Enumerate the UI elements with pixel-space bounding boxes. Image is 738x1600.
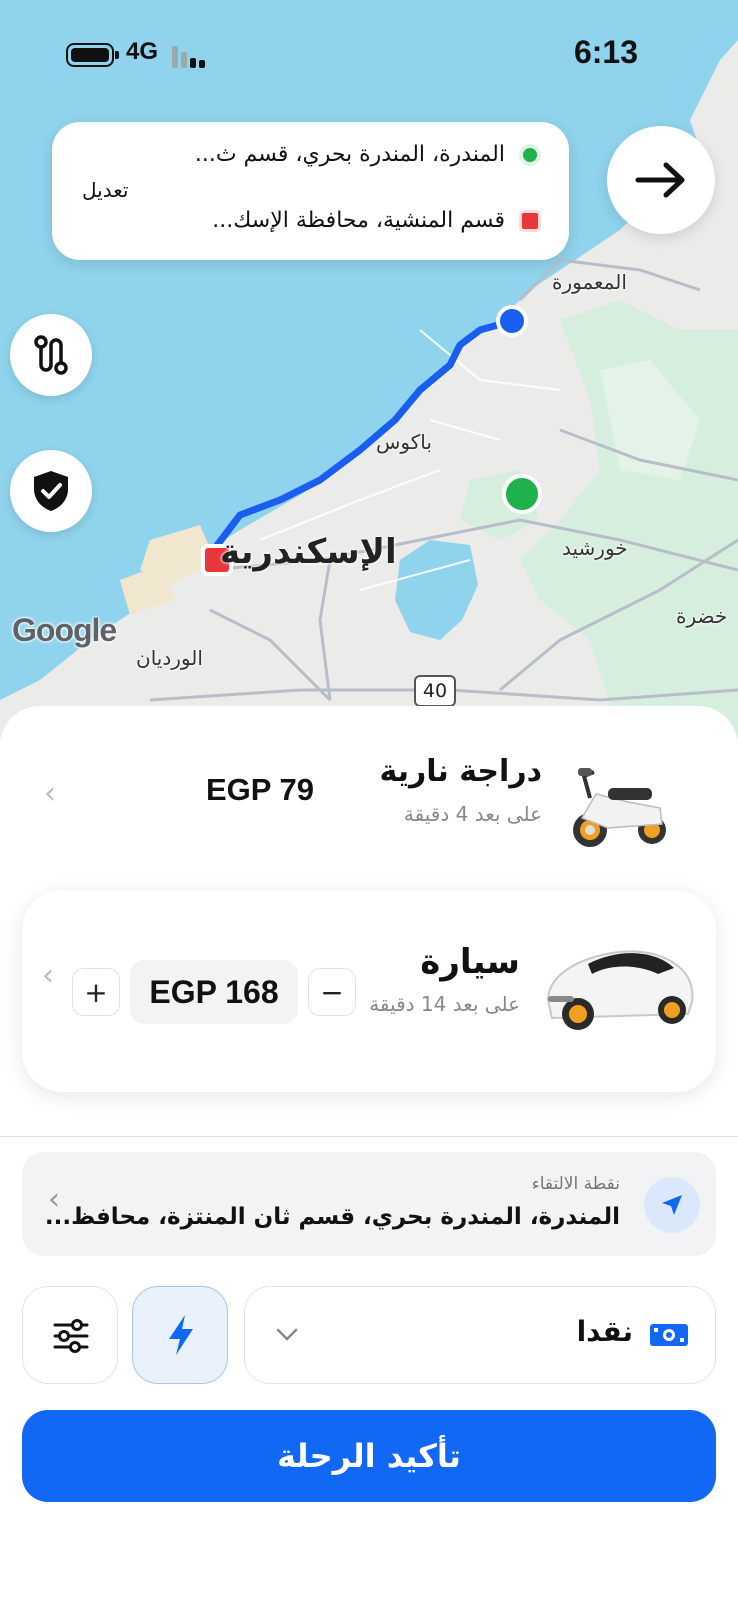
- current-location-button[interactable]: [644, 1177, 700, 1233]
- fast-booking-button[interactable]: [132, 1286, 228, 1384]
- lightning-icon: [169, 1315, 193, 1355]
- cash-icon: [650, 1324, 688, 1346]
- route-icon: [34, 335, 68, 375]
- sliders-icon: [53, 1319, 89, 1353]
- filters-button[interactable]: [22, 1286, 118, 1384]
- confirm-trip-button[interactable]: تأكيد الرحلة: [22, 1410, 716, 1502]
- route-dropoff-row[interactable]: قسم المنشية، محافظة الإسك...: [212, 208, 541, 233]
- vehicle-name: دراجة نارية: [379, 754, 542, 789]
- status-time: 6:13: [573, 34, 638, 70]
- battery-icon: [66, 43, 119, 67]
- section-divider: [0, 1136, 738, 1137]
- vehicle-eta: على بعد 14 دقيقة: [369, 992, 520, 1016]
- dropoff-square-icon: [519, 209, 541, 232]
- vehicle-name: سيارة: [420, 942, 520, 982]
- signal-icon: [172, 42, 212, 68]
- payment-method-select[interactable]: نقدا: [244, 1286, 716, 1384]
- chevron-down-icon: [276, 1328, 298, 1341]
- shield-check-icon: [34, 471, 68, 511]
- safety-button[interactable]: [10, 450, 92, 532]
- route-pickup-row[interactable]: المندرة، المندرة بحري، قسم ث...: [195, 142, 541, 167]
- route-options-button[interactable]: [10, 314, 92, 396]
- network-type: 4G: [126, 38, 159, 65]
- status-bar: 4G 6:13: [0, 0, 738, 110]
- navigation-arrow-icon: [662, 1195, 682, 1215]
- vehicle-option-car[interactable]: سيارة على بعد 14 دقيقة − EGP 168 + ‹: [22, 890, 716, 1092]
- map-label-khadra: خضرة: [676, 604, 728, 628]
- chevron-left-icon: ‹: [48, 1182, 60, 1217]
- google-logo: Google: [12, 612, 117, 648]
- map-label-bakos: باكوس: [376, 430, 432, 454]
- route-dropoff-text: قسم المنشية، محافظة الإسك...: [212, 208, 505, 233]
- map-view[interactable]: المعمورة باكوس الإسكندرية خورشيد خضرة ال…: [0, 0, 738, 740]
- vehicle-eta: على بعد 4 دقيقة: [403, 802, 542, 826]
- chevron-left-icon: ‹: [44, 776, 56, 811]
- chevron-left-icon: ‹: [42, 958, 54, 993]
- pickup-dot-icon: [519, 143, 541, 166]
- pickup-label: نقطة الالتقاء: [531, 1174, 620, 1194]
- pickup-location-field[interactable]: نقطة الالتقاء المندرة، المندرة بحري، قسم…: [22, 1152, 716, 1256]
- price-field: EGP 168: [130, 960, 298, 1024]
- map-label-alexandria: الإسكندرية: [220, 532, 397, 572]
- motorbike-icon: [573, 768, 666, 847]
- route-summary-card[interactable]: المندرة، المندرة بحري، قسم ث... قسم المن…: [52, 122, 569, 260]
- edit-route-link[interactable]: تعديل: [82, 178, 128, 202]
- road-number-shield: 40: [414, 675, 456, 707]
- payment-method-label: نقدا: [576, 1315, 633, 1348]
- pickup-address: المندرة، المندرة بحري، قسم ثان المنتزة، …: [44, 1204, 620, 1230]
- vehicle-price: EGP 79: [206, 772, 315, 807]
- vehicle-option-motorbike[interactable]: دراجة نارية على بعد 4 دقيقة EGP 79 ‹: [0, 740, 738, 860]
- price-decrease-button[interactable]: −: [308, 968, 356, 1016]
- route-pickup-text: المندرة، المندرة بحري، قسم ث...: [194, 142, 505, 167]
- map-label-khorshid: خورشيد: [562, 536, 628, 560]
- back-button[interactable]: [607, 126, 715, 234]
- car-icon: [546, 950, 694, 1030]
- vehicle-price: EGP 168: [149, 973, 279, 1010]
- minus-icon: −: [320, 975, 344, 1009]
- price-increase-button[interactable]: +: [72, 968, 120, 1016]
- map-label-wardian: الورديان: [136, 646, 203, 670]
- map-label-maamoura: المعمورة: [552, 270, 627, 294]
- arrow-right-icon: [635, 162, 685, 198]
- plus-icon: +: [84, 975, 108, 1009]
